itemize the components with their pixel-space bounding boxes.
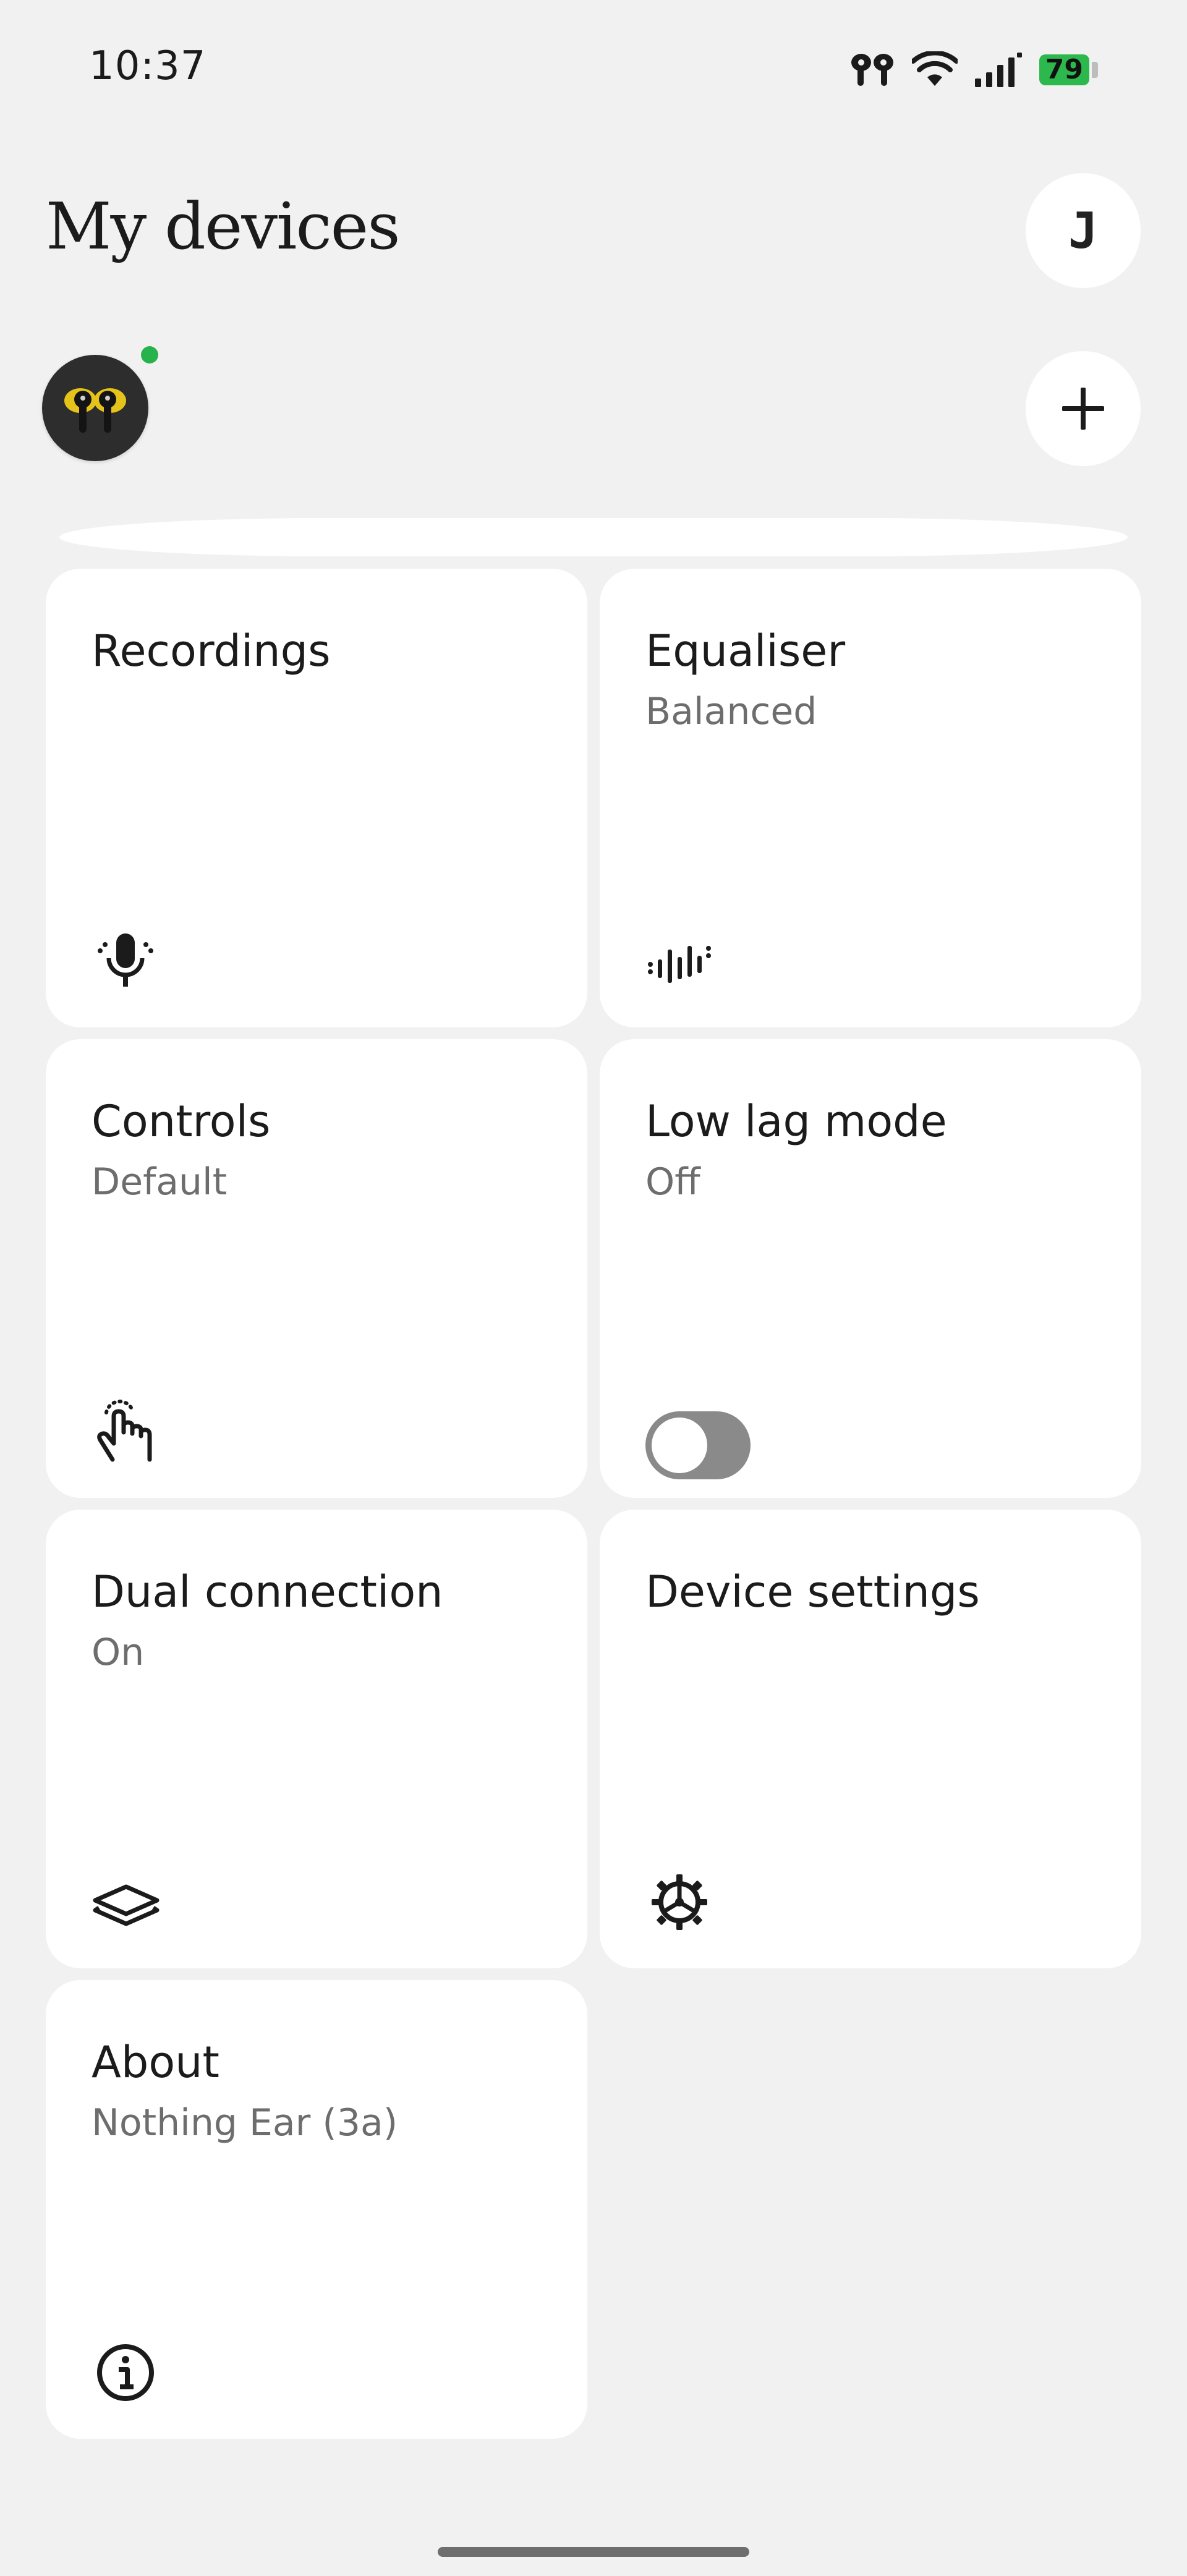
microphone-icon [98,933,153,987]
add-device-button[interactable] [1026,351,1141,466]
tap-gesture-icon [97,1400,152,1462]
low-lag-toggle[interactable] [645,1411,751,1479]
device-avatar[interactable] [42,355,148,461]
home-indicator[interactable] [438,2547,749,2557]
about-title: About [91,2037,219,2088]
dual-connection-tile[interactable]: Dual connection On [46,1510,587,1968]
info-icon [97,2344,154,2401]
profile-button[interactable]: J [1026,173,1141,288]
device-settings-title: Device settings [645,1566,980,1617]
status-icons: 79 [849,48,1098,91]
earbuds-icon [851,54,893,86]
page-title: My devices [46,189,401,264]
profile-initial: J [1068,202,1099,260]
battery-level: 79 [1039,54,1089,85]
dual-connection-value: On [91,1631,145,1674]
equaliser-value: Balanced [645,690,817,733]
controls-title: Controls [91,1096,271,1147]
device-settings-tile[interactable]: Device settings [600,1510,1141,1968]
low-lag-mode-tile[interactable]: Low lag mode Off [600,1039,1141,1498]
about-tile[interactable]: About Nothing Ear (3a) [46,1980,587,2439]
recordings-title: Recordings [91,626,331,676]
controls-tile[interactable]: Controls Default [46,1039,587,1498]
equaliser-tile[interactable]: Equaliser Balanced [600,569,1141,1027]
waveform-icon [648,946,711,983]
equaliser-title: Equaliser [645,626,846,676]
earbuds-image-icon [64,388,126,433]
gear-icon [652,1874,707,1930]
wifi-icon [911,51,958,86]
signal-icon [974,53,1022,87]
connected-indicator [141,346,158,363]
controls-value: Default [91,1160,228,1204]
collapsed-panel[interactable] [59,518,1128,556]
recordings-tile[interactable]: Recordings [46,569,587,1027]
low-lag-mode-title: Low lag mode [645,1096,947,1147]
toggle-knob [652,1418,707,1473]
about-value: Nothing Ear (3a) [91,2101,398,2145]
battery-icon: 79 [1039,54,1098,85]
dual-connection-title: Dual connection [91,1566,443,1617]
low-lag-mode-value: Off [645,1160,700,1204]
status-time: 10:37 [89,43,206,89]
plus-icon [1062,388,1104,430]
layers-icon [93,1884,160,1926]
